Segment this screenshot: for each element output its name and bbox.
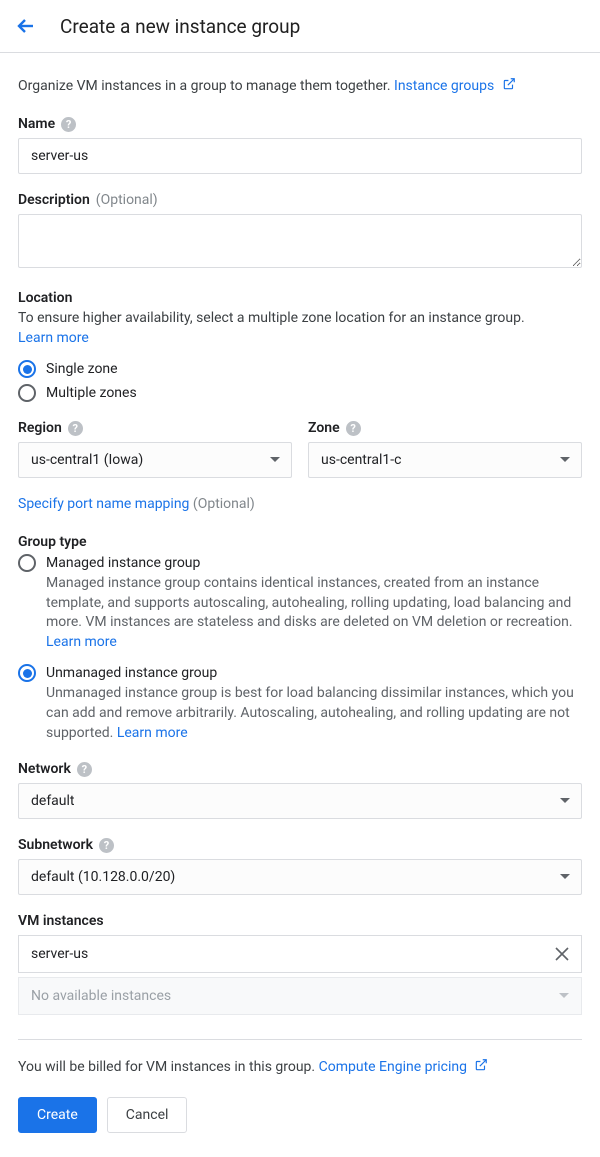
page-header: Create a new instance group — [0, 0, 600, 53]
managed-learn-more-link[interactable]: Learn more — [46, 634, 117, 650]
page-title: Create a new instance group — [60, 15, 300, 38]
billing-text: You will be billed for VM instances in t… — [18, 1058, 582, 1075]
location-learn-more-link[interactable]: Learn more — [18, 330, 89, 346]
group-type-unmanaged: Unmanaged instance group Unmanaged insta… — [18, 664, 582, 743]
radio-icon — [18, 554, 36, 572]
cancel-button[interactable]: Cancel — [107, 1097, 188, 1133]
close-icon[interactable] — [555, 947, 569, 961]
location-section: Location To ensure higher availability, … — [18, 290, 582, 402]
radio-managed[interactable]: Managed instance group — [18, 554, 582, 572]
back-arrow-icon[interactable] — [14, 14, 38, 38]
external-link-icon — [502, 77, 516, 91]
location-title: Location — [18, 290, 582, 306]
managed-label: Managed instance group — [46, 555, 200, 571]
help-icon[interactable]: ? — [346, 421, 361, 436]
description-optional: (Optional) — [96, 192, 158, 208]
region-field: Region ? us-central1 (Iowa) — [18, 420, 292, 478]
group-type-title: Group type — [18, 534, 582, 550]
radio-icon — [18, 360, 36, 378]
radio-single-zone[interactable]: Single zone — [18, 360, 582, 378]
region-label: Region — [18, 420, 62, 436]
chevron-down-icon — [559, 993, 569, 999]
managed-desc: Managed instance group contains identica… — [46, 574, 582, 652]
help-icon[interactable]: ? — [68, 421, 83, 436]
vm-instance-select-disabled: No available instances — [18, 977, 582, 1015]
pricing-link[interactable]: Compute Engine pricing — [319, 1059, 489, 1075]
description-input[interactable] — [18, 214, 582, 268]
intro-body: Organize VM instances in a group to mana… — [18, 78, 391, 94]
radio-icon — [18, 664, 36, 682]
divider — [18, 1039, 582, 1040]
vm-empty-text: No available instances — [31, 988, 171, 1004]
radio-multiple-zones[interactable]: Multiple zones — [18, 384, 582, 402]
port-mapping-optional: (Optional) — [193, 496, 255, 512]
network-field: Network ? default — [18, 761, 582, 819]
subnetwork-label: Subnetwork — [18, 837, 93, 853]
location-desc: To ensure higher availability, select a … — [18, 310, 582, 326]
name-field: Name ? — [18, 116, 582, 174]
unmanaged-learn-more-link[interactable]: Learn more — [117, 725, 188, 741]
group-type-managed: Managed instance group Managed instance … — [18, 554, 582, 652]
billing-body: You will be billed for VM instances in t… — [18, 1059, 315, 1075]
subnetwork-field: Subnetwork ? default (10.128.0.0/20) — [18, 837, 582, 895]
radio-icon — [18, 384, 36, 402]
help-icon[interactable]: ? — [61, 117, 76, 132]
external-link-icon — [474, 1058, 488, 1072]
group-type-section: Group type Managed instance group Manage… — [18, 534, 582, 743]
port-mapping-row: Specify port name mapping (Optional) — [18, 496, 582, 512]
radio-multiple-label: Multiple zones — [46, 385, 137, 401]
description-field: Description (Optional) — [18, 192, 582, 272]
vm-instance-name: server-us — [31, 946, 88, 962]
network-select[interactable]: default — [18, 783, 582, 819]
vm-instances-label: VM instances — [18, 913, 104, 929]
description-label: Description — [18, 192, 90, 208]
intro-text: Organize VM instances in a group to mana… — [18, 77, 582, 94]
create-button[interactable]: Create — [18, 1097, 97, 1133]
button-row: Create Cancel — [18, 1097, 582, 1133]
vm-instances-field: VM instances server-us No available inst… — [18, 913, 582, 1015]
unmanaged-desc: Unmanaged instance group is best for loa… — [46, 684, 582, 743]
network-label: Network — [18, 761, 71, 777]
name-label: Name — [18, 116, 55, 132]
subnetwork-select[interactable]: default (10.128.0.0/20) — [18, 859, 582, 895]
port-mapping-link[interactable]: Specify port name mapping — [18, 496, 189, 512]
zone-label: Zone — [308, 420, 340, 436]
name-input[interactable] — [18, 138, 582, 174]
managed-desc-text: Managed instance group contains identica… — [46, 575, 573, 630]
radio-single-label: Single zone — [46, 361, 118, 377]
help-icon[interactable]: ? — [99, 838, 114, 853]
instance-groups-link-label: Instance groups — [394, 78, 494, 94]
help-icon[interactable]: ? — [77, 762, 92, 777]
pricing-link-label: Compute Engine pricing — [319, 1059, 467, 1075]
unmanaged-label: Unmanaged instance group — [46, 665, 217, 681]
radio-unmanaged[interactable]: Unmanaged instance group — [18, 664, 582, 682]
zone-field: Zone ? us-central1-c — [308, 420, 582, 478]
region-select[interactable]: us-central1 (Iowa) — [18, 442, 292, 478]
zone-select[interactable]: us-central1-c — [308, 442, 582, 478]
vm-instance-item: server-us — [18, 935, 582, 973]
instance-groups-link[interactable]: Instance groups — [394, 78, 516, 94]
